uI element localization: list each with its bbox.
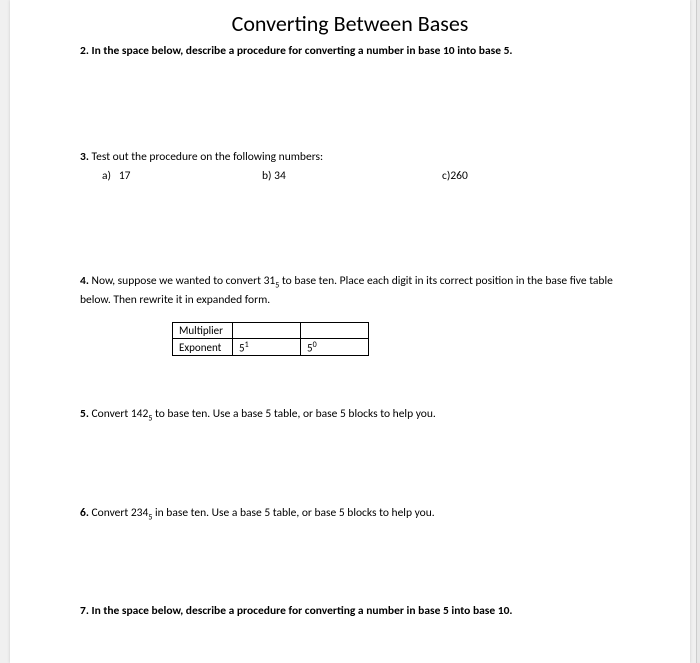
exp1-power: 1 — [245, 340, 249, 350]
multiplier-label: Multiplier — [173, 322, 233, 338]
worksheet-page: Converting Between Bases 2. In the space… — [10, 0, 690, 663]
q2-text: In the space below, describe a procedure… — [92, 44, 513, 58]
question-5: 5. Convert 1425 to base ten. Use a base … — [80, 406, 620, 424]
q7-number: 7. — [80, 604, 89, 618]
q4-text-part1: Now, suppose we wanted to convert 31 — [92, 274, 276, 288]
q3-item-c: c)260 — [442, 169, 468, 183]
table-row-multiplier: Multiplier — [173, 322, 369, 338]
multiplier-cell-2 — [301, 322, 369, 338]
q7-text: In the space below, describe a procedure… — [92, 604, 513, 618]
q3-item-b: b) 34 — [262, 169, 442, 183]
q3-a-value: 17 — [119, 169, 131, 183]
base-five-table-wrap: Multiplier Exponent 51 50 — [172, 322, 620, 357]
exponent-cell-2: 50 — [301, 338, 369, 356]
exp2-power: 0 — [313, 340, 317, 350]
exponent-label: Exponent — [173, 338, 233, 356]
base-five-table: Multiplier Exponent 51 50 — [172, 322, 369, 357]
q2-number: 2. — [80, 44, 89, 58]
q3-text: Test out the procedure on the following … — [92, 150, 324, 164]
q6-text-part1: Convert 234 — [92, 506, 149, 520]
question-3: 3. Test out the procedure on the followi… — [80, 149, 620, 165]
q4-number: 4. — [80, 274, 89, 288]
question-7: 7. In the space below, describe a proced… — [80, 603, 620, 619]
exponent-cell-1: 51 — [233, 338, 301, 356]
multiplier-cell-1 — [233, 322, 301, 338]
q5-text-part2: to base ten. Use a base 5 table, or base… — [152, 407, 435, 421]
question-4: 4. Now, suppose we wanted to convert 315… — [80, 273, 620, 308]
question-2: 2. In the space below, describe a proced… — [80, 43, 620, 59]
q3-item-a: a) 17 — [102, 169, 262, 183]
page-edge-shadow — [696, 0, 700, 663]
q5-number: 5. — [80, 407, 89, 421]
q5-text-part1: Convert 142 — [92, 407, 149, 421]
q3-number: 3. — [80, 150, 89, 164]
question-3-items: a) 17 b) 34 c)260 — [80, 169, 620, 183]
q6-number: 6. — [80, 506, 89, 520]
page-title: Converting Between Bases — [80, 10, 620, 37]
q6-text-part2: in base ten. Use a base 5 table, or base… — [152, 506, 434, 520]
question-6: 6. Convert 2345 in base ten. Use a base … — [80, 505, 620, 523]
q3-a-label: a) — [102, 169, 111, 183]
table-row-exponent: Exponent 51 50 — [173, 338, 369, 356]
